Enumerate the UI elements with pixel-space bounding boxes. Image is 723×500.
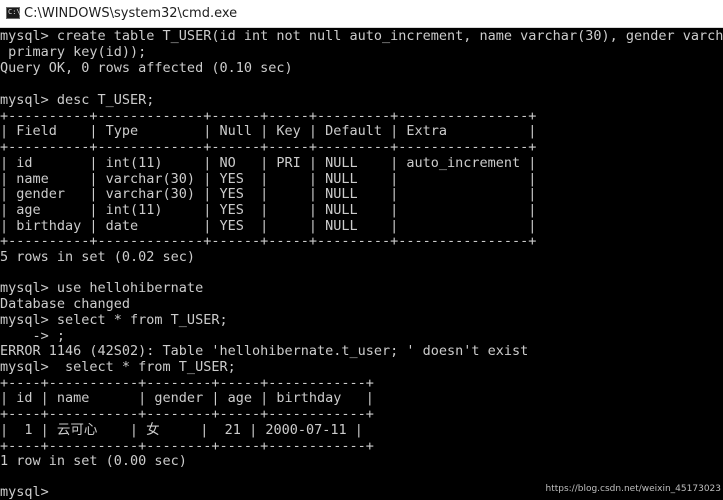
console-line: Query OK, 0 rows affected (0.10 sec)	[0, 60, 293, 76]
console-line: mysql> select * from T_USER;	[0, 359, 236, 375]
window-title: C:\WINDOWS\system32\cmd.exe	[24, 6, 238, 21]
console-output[interactable]: mysql> create table T_USER(id int not nu…	[0, 28, 723, 500]
watermark-url: https://blog.csdn.net/weixin_45173023	[545, 484, 721, 494]
table-border-line: +----------+-------------+------+-----+-…	[0, 139, 537, 155]
console-app-icon[interactable]: C:\	[6, 7, 21, 19]
table-border-line: +----+-----------+--------+-----+-------…	[0, 406, 374, 422]
table-border-line: +----------+-------------+------+-----+-…	[0, 108, 537, 124]
console-line: 5 rows in set (0.02 sec)	[0, 249, 196, 265]
console-line: Database changed	[0, 296, 131, 312]
table-header-row: | id | name | gender | age | birthday |	[0, 390, 374, 406]
console-line: mysql> desc T_USER;	[0, 92, 155, 108]
table-border-line: +----+-----------+--------+-----+-------…	[0, 438, 374, 454]
command-prompt[interactable]: mysql>	[0, 484, 49, 500]
error-line: ERROR 1146 (42S02): Table 'hellohibernat…	[0, 343, 529, 359]
table-row: | age | int(11) | YES | | NULL | |	[0, 202, 537, 218]
console-line: primary key(id));	[0, 44, 147, 60]
table-row: | id | int(11) | NO | PRI | NULL | auto_…	[0, 155, 537, 171]
console-line: mysql> create table T_USER(id int not nu…	[0, 28, 723, 44]
table-row: | birthday | date | YES | | NULL | |	[0, 218, 537, 234]
table-border-line: +----+-----------+--------+-----+-------…	[0, 375, 374, 391]
table-header-row: | Field | Type | Null | Key | Default | …	[0, 123, 537, 139]
table-row: | gender | varchar(30) | YES | | NULL | …	[0, 186, 537, 202]
cmd-window: C:\ C:\WINDOWS\system32\cmd.exe mysql> c…	[0, 0, 723, 500]
console-line: mysql> select * from T_USER;	[0, 312, 228, 328]
table-border-line: +----------+-------------+------+-----+-…	[0, 233, 537, 249]
console-line: -> ;	[0, 328, 66, 344]
console-line: 1 row in set (0.00 sec)	[0, 453, 187, 469]
title-bar[interactable]: C:\ C:\WINDOWS\system32\cmd.exe	[0, 0, 723, 28]
table-row: | 1 | 云可心 | 女 | 21 | 2000-07-11 |	[0, 422, 363, 438]
table-row: | name | varchar(30) | YES | | NULL | |	[0, 171, 537, 187]
console-app-icon-glyph: C:\	[8, 8, 21, 16]
console-line: mysql> use hellohibernate	[0, 280, 204, 296]
